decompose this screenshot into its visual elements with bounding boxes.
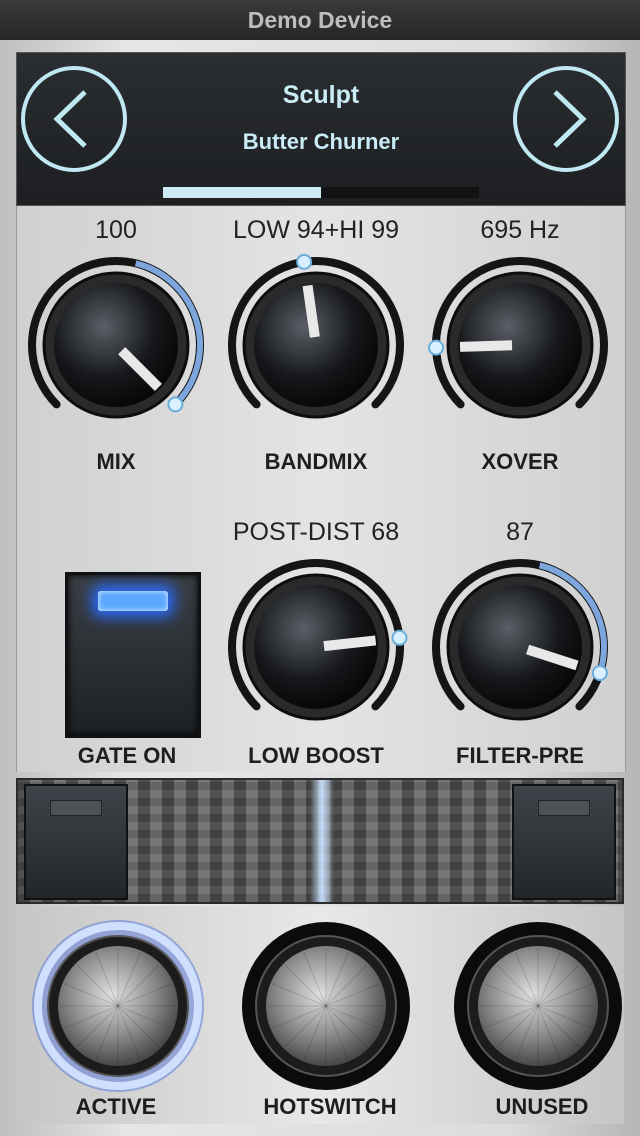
gate-led-icon <box>98 591 168 611</box>
controls-panel: 100 LOW 94+HI 99 695 Hz MIX BANDMIX XOVE… <box>16 206 626 772</box>
knob-indicator-dot <box>167 396 184 413</box>
knob-indicator-dot <box>391 629 408 646</box>
knob-cap <box>458 585 582 709</box>
low-boost-value: POST-DIST 68 <box>232 518 400 546</box>
mix-value: 100 <box>95 216 137 244</box>
low-boost-label: LOW BOOST <box>248 743 384 768</box>
xover-label: XOVER <box>481 449 559 474</box>
expression-beam-icon <box>310 780 334 902</box>
mix-knob[interactable] <box>21 250 211 440</box>
filter-pre-label: FILTER-PRE <box>456 743 584 768</box>
low-boost-knob[interactable] <box>221 552 411 742</box>
toe-slider-area[interactable] <box>16 778 624 904</box>
hotswitch-footswitch[interactable] <box>236 916 416 1096</box>
mix-label: MIX <box>96 449 136 474</box>
hotswitch-label: HOTSWITCH <box>263 1094 397 1119</box>
knob-cap <box>54 283 178 407</box>
knob-indicator-dot <box>428 339 445 356</box>
unused-label: UNUSED <box>495 1094 589 1119</box>
next-preset-button[interactable] <box>513 66 619 172</box>
gate-switch[interactable] <box>65 572 201 738</box>
filter-pre-knob[interactable] <box>425 552 615 742</box>
bandmix-value: LOW 94+HI 99 <box>232 216 400 244</box>
knob-pointer <box>323 635 377 652</box>
preset-header: Sculpt Butter Churner <box>16 52 626 206</box>
left-toe-block <box>24 784 128 900</box>
knob-indicator-dot <box>296 253 313 270</box>
knob-pointer <box>459 340 513 352</box>
unused-footswitch[interactable] <box>448 916 628 1096</box>
right-toe-block <box>512 784 616 900</box>
xover-value: 695 Hz <box>480 216 560 244</box>
knob-indicator-dot <box>591 664 608 681</box>
knob-cap <box>254 283 378 407</box>
filter-pre-value: 87 <box>506 518 534 546</box>
gate-label: GATE ON <box>77 743 177 768</box>
bandmix-knob[interactable] <box>221 250 411 440</box>
bandmix-label: BANDMIX <box>264 449 368 474</box>
xover-knob[interactable] <box>425 250 615 440</box>
window-title: Demo Device <box>0 0 640 40</box>
bank-indicator <box>163 187 479 198</box>
bank-indicator-fill <box>163 187 321 198</box>
chevron-right-icon <box>553 90 587 148</box>
active-label: ACTIVE <box>75 1094 157 1119</box>
active-footswitch[interactable] <box>28 916 208 1096</box>
footswitch-panel: ACTIVE HOTSWITCH UNUSED <box>16 906 624 1124</box>
